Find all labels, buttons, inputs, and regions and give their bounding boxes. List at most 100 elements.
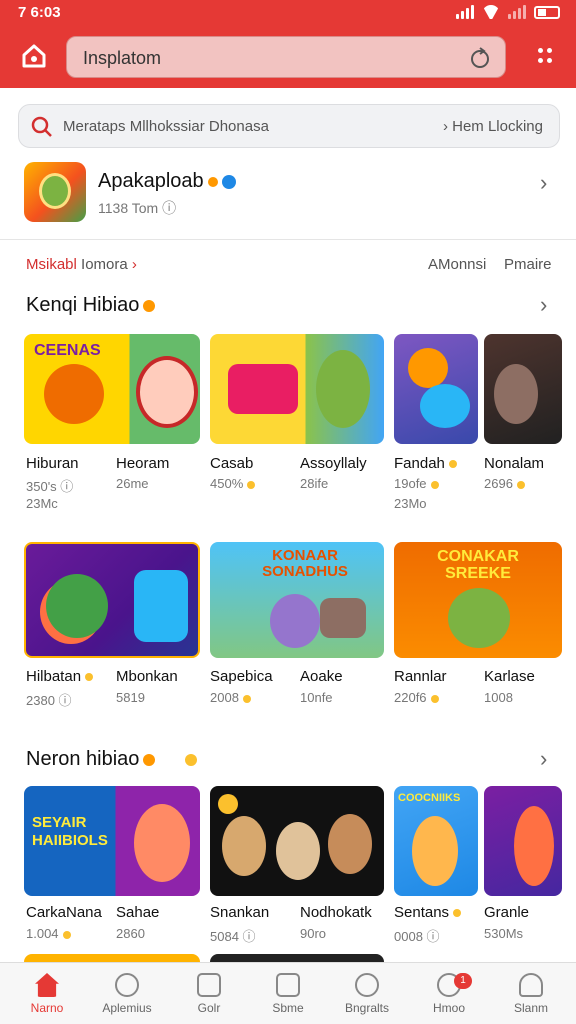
- game-tile-granle[interactable]: [484, 786, 562, 896]
- user-icon: [519, 973, 543, 997]
- game-tile-nonalam[interactable]: [484, 334, 562, 444]
- game-tile-sentans[interactable]: COOCNIIKS: [394, 786, 478, 896]
- home-icon: [35, 973, 59, 997]
- game-name: Sentans: [394, 904, 462, 921]
- game-meta: 350's ⓘ: [26, 479, 74, 494]
- filter-tab-right[interactable]: Pmaire: [504, 256, 552, 273]
- game-meta: 2696: [484, 476, 525, 491]
- home-icon[interactable]: [20, 42, 48, 70]
- nav-item-compass[interactable]: 1 Hmoo: [404, 969, 494, 1015]
- game-meta-2: 23Mo: [394, 496, 427, 511]
- game-meta: 5819: [116, 690, 145, 705]
- game-icon: [276, 973, 300, 997]
- section-title-3: Neron hibiao: [26, 748, 198, 771]
- coin-icon: [430, 694, 439, 703]
- section-1-chevron-icon[interactable]: ›: [540, 292, 547, 318]
- fire-icon: [207, 176, 218, 187]
- signal-icon-2: [508, 5, 526, 19]
- top-search-field[interactable]: Insplatom: [66, 36, 506, 78]
- game-name: Hilbatan: [26, 668, 94, 685]
- filter-row: Msikabl Iomora › AMonnsi Pmaire: [0, 250, 576, 280]
- game-meta: 90ro: [300, 926, 327, 941]
- game-name: Fandah: [394, 455, 457, 472]
- coin-icon: [62, 930, 71, 939]
- game-tile-hiburan[interactable]: CEENAS: [24, 334, 200, 444]
- verified-icon: [221, 174, 236, 189]
- featured-app-title: Apakaploab: [98, 170, 204, 192]
- game-tile-carkanana[interactable]: SEYAIR HAIIBIOLS: [24, 786, 200, 896]
- more-menu-icon[interactable]: [538, 48, 552, 64]
- app-bar: Insplatom: [0, 28, 576, 88]
- nav-item-edit[interactable]: Bngralts: [322, 969, 412, 1015]
- refresh-icon[interactable]: [469, 47, 491, 69]
- coin-icon: [185, 753, 198, 766]
- game-name: Assoyllaly: [300, 455, 367, 472]
- game-meta: 530Ms: [484, 926, 524, 941]
- game-tile-rannlar[interactable]: CONAKAR SREEKE: [394, 542, 562, 658]
- battery-icon: [534, 5, 560, 19]
- edit-icon: [355, 973, 379, 997]
- game-name: Casab: [210, 455, 254, 472]
- game-name: Sahae: [116, 904, 160, 921]
- banner-text: COOCNIIKS: [398, 792, 461, 804]
- featured-app-icon: [24, 162, 86, 222]
- game-tile-hilbatan[interactable]: [24, 542, 200, 658]
- game-meta: 10nfe: [300, 690, 333, 705]
- coin-icon: [453, 909, 462, 918]
- fire-icon: [143, 299, 156, 312]
- top-search-text: Insplatom: [83, 48, 162, 68]
- search-placeholder: Merataps Mllhokssiar Dhonasa: [63, 118, 269, 135]
- nav-item-profile[interactable]: Slanm: [486, 969, 576, 1015]
- game-name: Mbonkan: [116, 668, 178, 685]
- coin-icon: [448, 460, 457, 469]
- game-meta: 1008: [484, 690, 513, 705]
- game-name: CarkaNana: [26, 904, 102, 921]
- game-tile-snankan[interactable]: [210, 786, 384, 896]
- bottom-nav: Narno Aplemius Golr Sbme Bngralts 1 Hmoo …: [0, 962, 576, 1024]
- folder-icon: [197, 973, 221, 997]
- nav-item-folder[interactable]: Golr: [164, 969, 254, 1015]
- nav-item-game[interactable]: Sbme: [243, 969, 333, 1015]
- status-time: 7 6:03: [18, 4, 61, 21]
- chevron-right-icon[interactable]: ›: [540, 170, 547, 196]
- filter-tab-left[interactable]: Msikabl Iomora ›: [26, 256, 137, 273]
- nav-item-home[interactable]: Narno: [2, 969, 92, 1015]
- section-3-chevron-icon[interactable]: ›: [540, 746, 547, 772]
- featured-app-row[interactable]: Apakaploab 1138 Tom ⓘ ›: [0, 156, 576, 240]
- search-right-link[interactable]: › Hem Llocking: [443, 118, 543, 135]
- game-meta: 26me: [116, 476, 149, 491]
- filter-tab-mid[interactable]: AMonnsi: [428, 256, 486, 273]
- game-name: Rannlar: [394, 668, 447, 685]
- wifi-icon: [482, 5, 500, 19]
- banner-text: SEYAIR HAIIBIOLS: [32, 814, 108, 849]
- fire-icon: [143, 753, 156, 766]
- search-bar[interactable]: Merataps Mllhokssiar Dhonasa › Hem Llock…: [18, 104, 560, 148]
- game-meta: 28ife: [300, 476, 329, 491]
- game-meta: 2008: [210, 690, 251, 705]
- game-name: Karlase: [484, 668, 535, 685]
- game-name: Granle: [484, 904, 530, 921]
- game-meta: 220f6: [394, 690, 439, 705]
- game-name: Aoake: [300, 668, 343, 685]
- signal-icon: [456, 5, 474, 19]
- game-name: Heoram: [116, 455, 170, 472]
- search-icon: [31, 116, 52, 137]
- game-meta: 5084 ⓘ: [210, 929, 256, 944]
- game-tile-casab[interactable]: [210, 334, 384, 444]
- coin-icon: [85, 673, 94, 682]
- game-meta: 19ofe: [394, 476, 439, 491]
- game-tile-sapebica[interactable]: KONAAR SONADHUS: [210, 542, 384, 658]
- game-name: Sapebica: [210, 668, 273, 685]
- featured-app-subtitle: 1138 Tom ⓘ: [98, 200, 177, 216]
- coin-icon: [242, 694, 251, 703]
- coin-icon: [247, 480, 256, 489]
- game-name: Nonalam: [484, 455, 545, 472]
- game-name: Nodhokatk: [300, 904, 372, 921]
- game-meta-2: 23Mc: [26, 496, 58, 511]
- game-tile-fandah[interactable]: [394, 334, 478, 444]
- banner-text: CONAKAR SREEKE: [437, 548, 519, 582]
- notification-badge: 1: [454, 973, 472, 989]
- game-meta: 450%: [210, 476, 256, 491]
- nav-item-explore[interactable]: Aplemius: [82, 969, 172, 1015]
- coin-icon: [516, 480, 525, 489]
